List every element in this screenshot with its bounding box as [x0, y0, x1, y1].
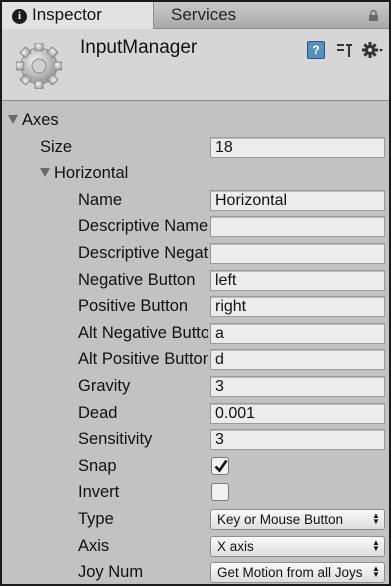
inspector-header: InputManager ?	[2, 29, 389, 101]
size-field[interactable]: 18	[210, 136, 385, 158]
tab-inspector[interactable]: i Inspector	[2, 2, 154, 29]
foldout-arrow-icon[interactable]	[8, 115, 18, 124]
field-label: Positive Button	[78, 297, 189, 316]
field-label: Gravity	[78, 376, 131, 395]
asset-icon	[16, 43, 62, 89]
field-label: Descriptive Negative Name	[78, 243, 208, 262]
dropdown-arrows-icon: ▲ ▼	[372, 510, 380, 526]
size-label: Size	[40, 137, 73, 156]
horizontal-label: Horizontal	[54, 164, 129, 183]
size-row: Size 18	[2, 134, 389, 161]
invert-label: Invert	[78, 483, 120, 502]
field-label: Descriptive Name	[78, 217, 208, 236]
name-row: Name Horizontal	[2, 187, 389, 214]
sensitivity-field[interactable]: 3	[210, 429, 385, 451]
asset-title: InputManager	[80, 37, 198, 58]
axis-dropdown[interactable]: X axis ▲ ▼	[210, 535, 385, 557]
descriptive-negative-name-row: Descriptive Negative Name	[2, 240, 389, 267]
dead-row: Dead 0.001	[2, 400, 389, 427]
tab-bar: i Inspector Services	[2, 2, 389, 29]
descriptive-name-field[interactable]	[210, 216, 385, 238]
help-book-icon[interactable]: ?	[307, 41, 325, 59]
alt-positive-button-row: Alt Positive Button d	[2, 346, 389, 373]
alt-positive-button-field[interactable]: d	[210, 349, 385, 371]
positive-button-row: Positive Button right	[2, 293, 389, 320]
snap-row: Snap	[2, 453, 389, 480]
field-label: Dead	[78, 403, 118, 422]
axis-row: Axis X axis ▲ ▼	[2, 533, 389, 560]
positive-button-field[interactable]: right	[210, 296, 385, 318]
invert-checkbox[interactable]	[211, 483, 229, 502]
axes-content: Axes Size 18 Horizontal Name Horizontal …	[2, 101, 389, 584]
tab-inspector-label: Inspector	[32, 5, 102, 24]
negative-button-row: Negative Button left	[2, 267, 389, 294]
field-label: Name	[78, 190, 123, 209]
type-row: Type Key or Mouse Button ▲ ▼	[2, 506, 389, 533]
dropdown-arrows-icon: ▲ ▼	[372, 537, 380, 553]
info-icon: i	[12, 9, 27, 24]
type-label: Type	[78, 509, 114, 528]
negative-button-field[interactable]: left	[210, 269, 385, 291]
axes-foldout[interactable]: Axes	[2, 107, 389, 134]
dropdown-arrows-icon: ▲ ▼	[372, 564, 380, 580]
sensitivity-row: Sensitivity 3	[2, 426, 389, 453]
joy-num-row: Joy Num Get Motion from all Joys ▲ ▼	[2, 559, 389, 584]
descriptive-negative-name-field[interactable]	[210, 242, 385, 264]
field-label: Negative Button	[78, 270, 196, 289]
tab-services[interactable]: Services	[155, 2, 305, 29]
foldout-arrow-icon[interactable]	[40, 168, 50, 178]
joy-num-label: Joy Num	[78, 563, 144, 582]
alt-negative-button-field[interactable]: a	[210, 322, 385, 344]
field-label: Alt Positive Button	[78, 350, 208, 369]
name-field[interactable]: Horizontal	[210, 189, 385, 211]
descriptive-name-row: Descriptive Name	[2, 213, 389, 240]
invert-row: Invert	[2, 479, 389, 506]
lock-icon[interactable]	[368, 10, 379, 21]
type-dropdown[interactable]: Key or Mouse Button ▲ ▼	[210, 508, 385, 530]
axes-label: Axes	[22, 111, 59, 129]
checkmark-icon	[214, 459, 228, 473]
horizontal-foldout[interactable]: Horizontal	[2, 160, 389, 187]
tab-services-label: Services	[171, 5, 237, 24]
axis-label: Axis	[78, 536, 110, 555]
gravity-row: Gravity 3	[2, 373, 389, 400]
joy-num-dropdown[interactable]: Get Motion from all Joys ▲ ▼	[210, 562, 385, 584]
joy-num-value: Get Motion from all Joys	[217, 565, 363, 581]
snap-label: Snap	[78, 456, 117, 475]
gear-icon[interactable]	[361, 41, 383, 59]
field-label: Alt Negative Button	[78, 323, 208, 342]
settings-icon[interactable]	[335, 41, 355, 59]
dead-field[interactable]: 0.001	[210, 402, 385, 424]
inspector-window: i Inspector Services InputManager ? Axes…	[0, 0, 391, 586]
field-label: Sensitivity	[78, 430, 153, 449]
axis-value: X axis	[217, 538, 254, 554]
gravity-field[interactable]: 3	[210, 375, 385, 397]
header-buttons: ?	[307, 41, 383, 61]
alt-negative-button-row: Alt Negative Button a	[2, 320, 389, 347]
type-value: Key or Mouse Button	[217, 511, 344, 527]
snap-checkbox[interactable]	[211, 456, 229, 475]
